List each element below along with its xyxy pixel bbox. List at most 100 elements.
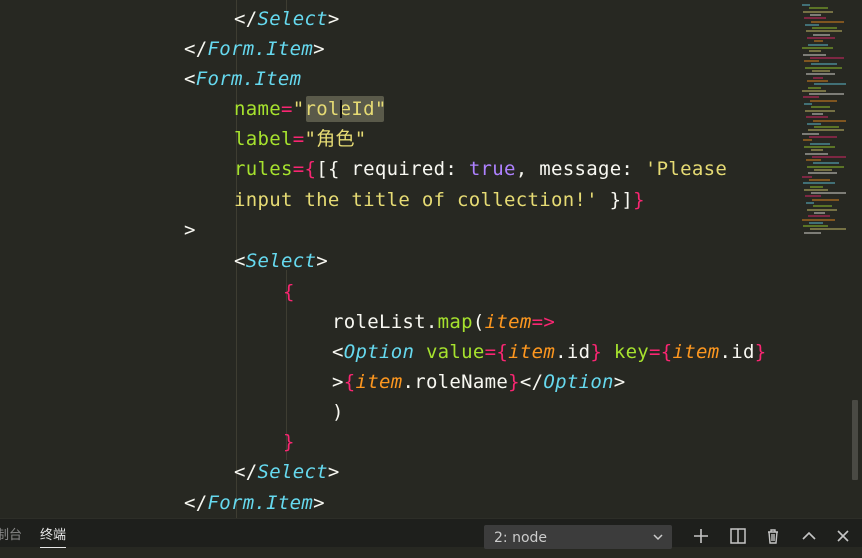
minimap-line	[808, 129, 844, 132]
code-token: Select	[257, 461, 328, 483]
code-token: Form.Item	[195, 68, 302, 90]
minimap-line	[812, 27, 837, 30]
code-token: >	[327, 461, 340, 483]
split-icon[interactable]	[727, 525, 749, 547]
minimap-line	[809, 178, 830, 181]
code-token: rules	[234, 158, 293, 180]
minimap-line	[805, 152, 828, 155]
minimap-line	[808, 215, 830, 218]
minimap[interactable]	[802, 0, 850, 240]
code-token: =>	[531, 311, 556, 333]
minimap-line	[804, 103, 812, 105]
minimap-line	[805, 23, 819, 26]
minimap-line	[803, 53, 826, 56]
minimap-line	[805, 195, 821, 198]
chevron-up-icon[interactable]	[798, 525, 820, 547]
code-line[interactable]: }	[283, 427, 295, 457]
code-token: <	[332, 341, 344, 363]
code-token: label	[234, 128, 293, 150]
code-token: (	[472, 311, 485, 333]
code-line[interactable]: {	[283, 277, 295, 307]
code-token: {	[496, 341, 509, 363]
minimap-line	[806, 202, 814, 204]
plus-icon[interactable]	[690, 525, 712, 547]
code-line[interactable]: >	[184, 215, 196, 245]
minimap-line	[812, 155, 846, 158]
minimap-line	[810, 142, 830, 145]
minimap-line	[806, 30, 842, 33]
minimap-line	[805, 66, 842, 69]
minimap-line	[809, 93, 844, 96]
code-token: {	[343, 371, 356, 393]
code-token: name	[234, 98, 281, 120]
code-line[interactable]: <Option value={item.id} key={item.id}	[332, 337, 766, 367]
code-token: {	[283, 281, 295, 303]
code-token: item	[672, 341, 720, 363]
tab-terminal[interactable]: 终端	[40, 519, 67, 548]
code-token: .roleName	[402, 371, 509, 393]
minimap-line	[807, 37, 835, 39]
code-token: {	[660, 341, 673, 363]
code-token: map	[437, 311, 473, 333]
code-token: [{ required:	[316, 158, 469, 180]
code-token: Form.Item	[207, 38, 314, 60]
code-token: Form.Item	[207, 492, 314, 514]
code-line[interactable]: <Form.Item	[184, 64, 301, 94]
code-token: roleList.	[332, 311, 438, 333]
minimap-line	[802, 46, 833, 49]
code-line[interactable]: name="roleId"	[234, 94, 387, 124]
minimap-line	[812, 198, 839, 201]
text-cursor	[338, 98, 344, 120]
trash-icon[interactable]	[762, 525, 784, 547]
minimap-line	[808, 86, 821, 89]
code-token: )	[332, 401, 344, 423]
minimap-line	[814, 83, 846, 86]
code-line[interactable]: <Select>	[234, 246, 328, 276]
minimap-line	[814, 169, 832, 171]
code-line[interactable]: input the title of collection!' }]}	[234, 185, 645, 215]
code-line[interactable]: roleList.map(item=>	[332, 307, 555, 337]
minimap-line	[808, 172, 837, 175]
minimap-line	[803, 225, 828, 228]
code-editor[interactable]: </Select> </Form.Item> <Form.Item name="rol…	[0, 0, 862, 518]
code-token: >	[332, 371, 344, 393]
minimap-line	[802, 175, 812, 178]
minimap-line	[810, 13, 821, 16]
tab-console[interactable]: 制台	[0, 519, 22, 547]
minimap-line	[813, 162, 839, 165]
minimap-line	[806, 116, 828, 119]
minimap-line	[811, 106, 830, 109]
code-line[interactable]: </Form.Item>	[184, 488, 325, 518]
code-line[interactable]: </Form.Item>	[184, 34, 325, 64]
code-line[interactable]: </Select>	[234, 4, 340, 34]
minimap-line	[811, 20, 844, 23]
minimap-line	[804, 145, 835, 148]
vertical-scrollbar[interactable]	[852, 400, 858, 480]
minimap-line	[807, 165, 844, 168]
code-token: </	[184, 38, 208, 60]
code-line[interactable]: rules={[{ required: true, message: 'Plea…	[234, 154, 727, 184]
minimap-line	[804, 231, 821, 234]
code-token: </	[234, 8, 258, 30]
minimap-line	[814, 40, 823, 43]
code-line[interactable]: )	[332, 397, 344, 427]
code-token: Select	[257, 8, 328, 30]
close-icon[interactable]	[832, 525, 854, 547]
code-token: </	[234, 461, 258, 483]
code-token: }]	[597, 189, 634, 211]
code-line[interactable]: label="角色"	[234, 124, 367, 154]
code-token: </	[184, 492, 208, 514]
code-line[interactable]: >{item.roleName}</Option>	[332, 367, 626, 397]
code-line[interactable]: </Select>	[234, 457, 340, 487]
minimap-line	[814, 126, 839, 129]
code-token: >	[316, 250, 328, 272]
code-token: =	[292, 158, 305, 180]
minimap-line	[802, 218, 835, 221]
terminal-select[interactable]: 2: node	[484, 525, 672, 549]
minimap-line	[804, 60, 819, 63]
code-token: =	[280, 98, 293, 120]
minimap-line	[808, 43, 828, 46]
code-token: }	[508, 371, 520, 393]
code-token: key	[613, 341, 650, 363]
